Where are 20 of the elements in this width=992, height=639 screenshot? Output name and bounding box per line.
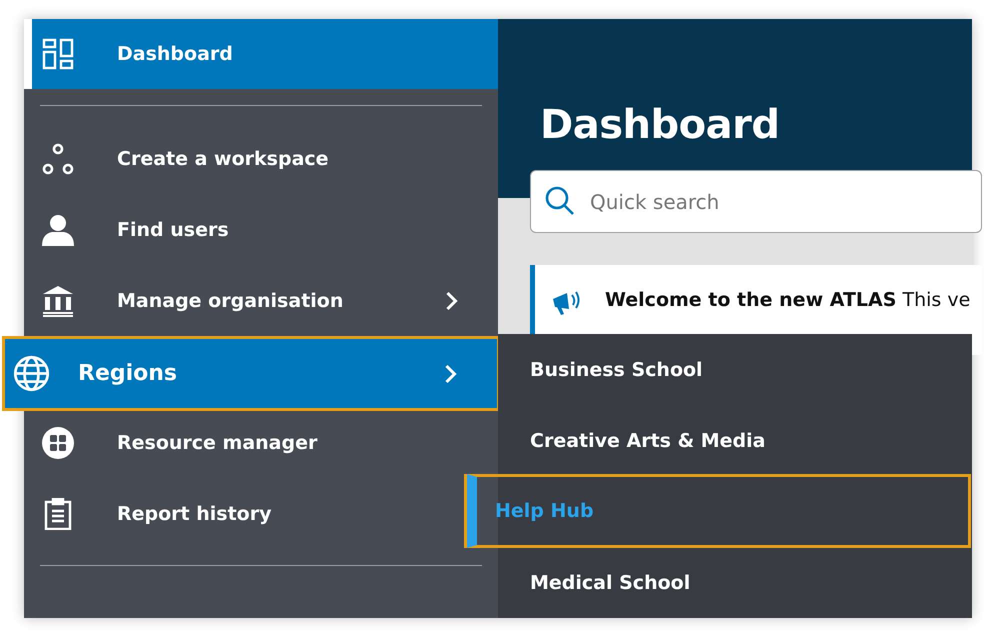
search-icon (545, 186, 575, 216)
search-field[interactable]: Quick search (530, 170, 982, 233)
grid-circle-icon (42, 426, 74, 458)
clipboard-icon (42, 498, 74, 530)
notice-text: Welcome to the new ATLAS This ve (605, 289, 970, 311)
globe-icon (13, 355, 50, 392)
submenu-item[interactable]: Creative Arts & Media (498, 405, 972, 476)
nav-item[interactable]: Manage organisation (24, 265, 498, 336)
nav-item[interactable]: Dashboard (24, 19, 498, 89)
nav-item[interactable]: Find users (24, 194, 498, 265)
user-icon (42, 214, 74, 246)
nav-item[interactable]: Create a workspace (24, 123, 498, 194)
submenu-item[interactable]: Help Hub (467, 474, 971, 548)
circles-icon (42, 142, 74, 174)
nav-item[interactable]: Regions (2, 336, 500, 411)
dashboard-icon (42, 38, 74, 70)
submenu-item[interactable]: Medical School (498, 547, 972, 618)
page-title: Dashboard (540, 105, 780, 145)
submenu-item[interactable]: Business School (498, 334, 972, 405)
bank-icon (42, 284, 74, 316)
